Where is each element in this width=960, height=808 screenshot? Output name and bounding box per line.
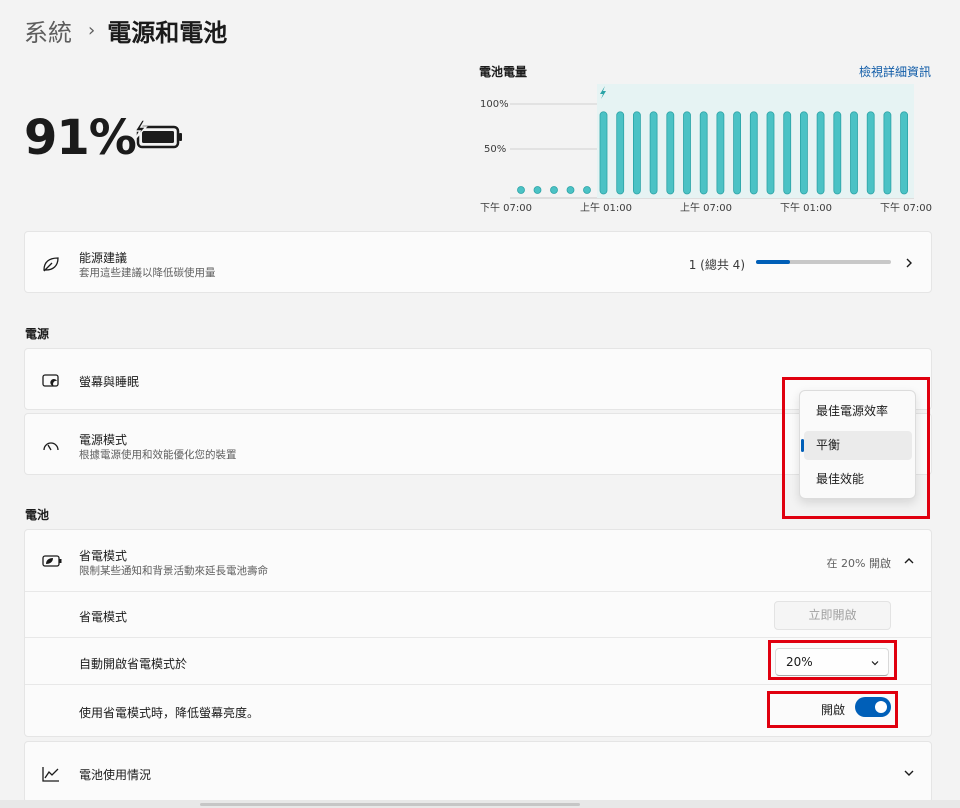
- battery-level-chart: 100% 50% 下午 07:00 上午 01:00 上午 07:00 下午 0…: [480, 84, 932, 214]
- turn-on-now-button[interactable]: 立即開啟: [774, 601, 891, 630]
- breadcrumb-parent[interactable]: 系統: [24, 13, 72, 48]
- scrollbar-thumb[interactable]: [200, 803, 580, 806]
- x-tick-label: 下午 07:00: [880, 201, 932, 214]
- battery-chart-title: 電池電量: [479, 65, 528, 79]
- view-details-link[interactable]: 檢視詳細資訊: [859, 63, 931, 80]
- highlight-power-mode-menu: [782, 377, 930, 519]
- battery-usage-title: 電池使用情況: [79, 768, 152, 782]
- chart-bar: [699, 111, 708, 195]
- chevron-down-icon: [904, 770, 914, 776]
- battery-percentage: 91%: [24, 110, 137, 166]
- chart-bar: [850, 111, 858, 195]
- energy-progress-bar: [756, 260, 891, 264]
- chart-bar: [666, 111, 675, 195]
- battery-saver-subtitle: 限制某些通知和背景活動來延長電池壽命: [79, 565, 268, 577]
- page-title: 電源和電池: [107, 18, 228, 47]
- battery-saver-icon: [42, 555, 62, 567]
- horizontal-scrollbar[interactable]: [0, 800, 960, 808]
- energy-title: 能源建議: [79, 251, 128, 265]
- battery-charging-icon: [133, 119, 182, 149]
- y-tick-label: 100%: [480, 99, 509, 110]
- x-tick-label: 上午 01:00: [580, 201, 632, 214]
- dim-screen-label: 使用省電模式時，降低螢幕亮度。: [79, 706, 260, 720]
- chart-bar: [599, 111, 608, 195]
- energy-progress-fill: [756, 260, 790, 264]
- chart-bar: [799, 111, 808, 195]
- breadcrumb-separator: ›: [88, 19, 96, 41]
- x-tick-label: 下午 01:00: [780, 201, 832, 214]
- battery-saver-title: 省電模式: [79, 549, 128, 563]
- chart-point: [517, 186, 525, 194]
- chart-point: [583, 186, 591, 194]
- highlight-dim-toggle: [767, 691, 898, 728]
- screen-sleep-title: 螢幕與睡眠: [79, 375, 140, 389]
- chevron-up-icon: [904, 558, 914, 564]
- breadcrumb: 系統 › 電源和電池: [24, 12, 227, 48]
- chart-bar: [749, 111, 758, 195]
- chart-point: [566, 186, 575, 194]
- chart-bar: [683, 111, 691, 195]
- chart-bar: [632, 111, 641, 195]
- chart-bar: [900, 111, 909, 195]
- chart-bar: [883, 111, 892, 195]
- battery-saver-header[interactable]: 省電模式 限制某些通知和背景活動來延長電池壽命 在 20% 開啟: [25, 530, 931, 591]
- auto-battery-saver-label: 自動開啟省電模式於: [79, 657, 188, 671]
- leaf-icon: [43, 257, 59, 272]
- battery-saver-now-row: 省電模式 立即開啟: [25, 591, 931, 637]
- x-tick-label: 下午 07:00: [480, 201, 532, 214]
- chart-bar: [866, 111, 875, 195]
- energy-subtitle: 套用這些建議以降低碳使用量: [79, 267, 216, 279]
- chart-bar: [733, 111, 742, 195]
- screen-sleep-icon: [42, 374, 59, 387]
- chart-bar: [833, 111, 842, 195]
- chevron-right-icon: [906, 258, 912, 268]
- y-tick-label: 50%: [484, 144, 506, 155]
- battery-usage-card[interactable]: 電池使用情況: [24, 741, 932, 803]
- chart-point: [533, 186, 542, 194]
- x-tick-label: 上午 07:00: [680, 201, 732, 214]
- energy-progress-label: 1 (總共 4): [688, 258, 745, 272]
- power-mode-title: 電源模式: [79, 433, 128, 447]
- line-chart-icon: [42, 767, 59, 782]
- battery-saver-status: 在 20% 開啟: [826, 557, 891, 570]
- power-mode-subtitle: 根據電源使用和效能優化您的裝置: [79, 449, 237, 461]
- battery-saver-row-label: 省電模式: [79, 610, 128, 624]
- energy-recommendations-card[interactable]: 能源建議 套用這些建議以降低碳使用量 1 (總共 4): [24, 231, 932, 293]
- chart-bar: [616, 111, 625, 195]
- chart-bar: [816, 111, 825, 195]
- chart-bar: [766, 111, 775, 195]
- chart-point: [550, 186, 558, 194]
- power-section-header: 電源: [25, 327, 50, 341]
- battery-section-header: 電池: [25, 508, 50, 522]
- chart-bar: [716, 111, 725, 195]
- chart-bar: [783, 111, 792, 195]
- chart-bar: [649, 111, 658, 195]
- gauge-icon: [43, 442, 59, 451]
- highlight-auto-saver-dropdown: [768, 640, 897, 680]
